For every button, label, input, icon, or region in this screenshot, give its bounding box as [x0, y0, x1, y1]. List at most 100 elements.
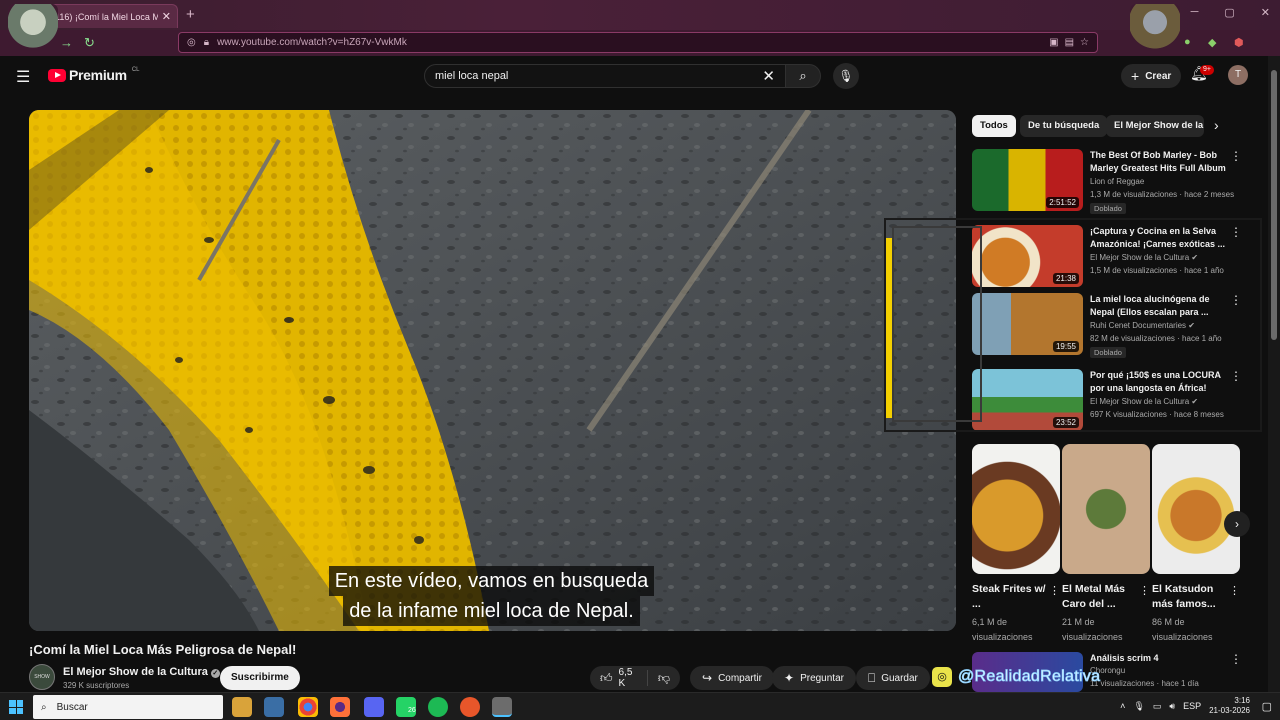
windows-start-icon[interactable] [9, 700, 23, 714]
more-options-icon[interactable]: ⋮ [1229, 584, 1240, 597]
volume-icon[interactable]: 🔊︎ [1169, 701, 1175, 712]
search-query: miel loca nepal [435, 70, 509, 82]
language-indicator[interactable]: ESP [1183, 701, 1201, 711]
screen: (116) ¡Comí la Miel Loca Más Peligrosa d… [0, 0, 1280, 720]
site-info-icon[interactable]: ◎ [187, 37, 196, 48]
short-thumbnail[interactable] [1152, 444, 1240, 574]
chevron-right-icon[interactable]: › [1214, 117, 1219, 133]
short-thumbnail[interactable] [972, 444, 1060, 574]
more-options-icon[interactable]: ⋮ [1230, 149, 1242, 163]
taskbar-search-placeholder: Buscar [56, 701, 88, 713]
video-frame-honeycomb [29, 110, 956, 631]
search-icon: ⌕ [41, 701, 47, 713]
discord-icon[interactable] [364, 697, 384, 717]
ask-button[interactable]: ✦ Preguntar [772, 666, 856, 690]
reload-icon[interactable]: ↻ [84, 35, 95, 51]
opera-gx-icon[interactable] [492, 697, 512, 717]
channel-name-wrap[interactable]: El Mejor Show de la Cultura ✓ [63, 666, 220, 678]
taskbar-search[interactable]: ⌕ Buscar [33, 695, 223, 719]
short-views: 6,1 M de visualizaciones [972, 617, 1033, 642]
create-button[interactable]: + Crear [1121, 64, 1182, 88]
short-thumbnail[interactable] [1062, 444, 1150, 574]
more-options-icon[interactable]: ⋮ [1049, 584, 1060, 597]
channel-name[interactable]: Chorongu [1090, 666, 1230, 675]
extensions-puzzle-icon[interactable]: ◆ [1208, 36, 1216, 49]
maximize-icon[interactable]: ▢ [1224, 6, 1234, 19]
browser-toolbar: → ↻ ◎ 🔒︎ www.youtube.com/watch?v=hZ67v-V… [0, 30, 1280, 56]
youtube-logo[interactable]: Premium CL [48, 67, 139, 83]
video-title: ¡Comí la Miel Loca Más Peligrosa de Nepa… [29, 642, 297, 657]
minimize-icon[interactable]: ─ [1191, 6, 1199, 19]
dislike-button[interactable]: 👎︎ [648, 671, 680, 686]
share-button[interactable]: ↪ Compartir [690, 666, 774, 690]
chip-todos[interactable]: Todos [972, 115, 1016, 137]
forward-icon[interactable]: → [60, 35, 73, 50]
video-title[interactable]: Análisis scrim 4 [1090, 652, 1228, 665]
video-player[interactable] [29, 110, 956, 631]
streamer-handle-overlay: ◎ @RealidadRelativa [932, 667, 1100, 687]
short-item[interactable]: El Metal Más Caro del ... 21 M de visual… [1062, 444, 1150, 645]
address-bar[interactable]: ◎ 🔒︎ www.youtube.com/watch?v=hZ67v-VwkMk… [178, 32, 1098, 53]
short-views: 21 M de visualizaciones [1062, 617, 1123, 642]
network-icon[interactable]: ▭ [1153, 701, 1162, 712]
clear-search-icon[interactable]: ✕ [762, 67, 775, 85]
app-orange-icon[interactable] [460, 697, 480, 717]
close-tab-icon[interactable]: ✕ [162, 10, 171, 23]
menu-icon[interactable]: ☰ [16, 67, 30, 87]
channel-name[interactable]: El Mejor Show de la Cultura [63, 666, 208, 678]
new-tab-button[interactable]: + [186, 6, 195, 23]
search-input[interactable]: miel loca nepal ✕ [424, 64, 786, 88]
more-options-icon[interactable]: ⋮ [1230, 652, 1242, 666]
search-button[interactable]: ⌕ [785, 64, 821, 88]
video-title[interactable]: The Best Of Bob Marley - Bob Marley Grea… [1090, 149, 1228, 175]
notification-center-icon[interactable]: ▢ [1262, 700, 1272, 713]
scrollbar-thumb[interactable] [1271, 70, 1277, 340]
short-item[interactable]: Steak Frites w/ ... 6,1 M de visualizaci… [972, 444, 1060, 645]
streamer-character-overlay [8, 4, 58, 56]
extension-green-icon[interactable]: ● [1184, 36, 1191, 48]
plus-icon: + [1131, 68, 1140, 84]
tray-chevron-icon[interactable]: ˄ [1120, 701, 1125, 711]
short-title[interactable]: El Metal Más Caro del ... [1062, 582, 1136, 612]
chrome-icon[interactable] [298, 697, 318, 717]
file-explorer-icon[interactable] [232, 697, 252, 717]
short-title[interactable]: El Katsudon más famos... [1152, 582, 1226, 612]
video-thumbnail[interactable]: 2:51:52 [972, 149, 1083, 211]
chip-channel[interactable]: El Mejor Show de la Cultura [1106, 115, 1204, 137]
firefox-icon[interactable] [330, 697, 350, 717]
close-window-icon[interactable]: ✕ [1261, 6, 1270, 19]
subscriber-count: 329 K suscriptores [63, 681, 130, 690]
short-title[interactable]: Steak Frites w/ ... [972, 582, 1046, 612]
channel-avatar[interactable]: SHOW [29, 664, 55, 690]
youtube-masthead: ☰ Premium CL miel loca nepal ✕ ⌕ 🎙︎ + Cr… [0, 56, 1268, 96]
voice-search-button[interactable]: 🎙︎ [833, 63, 859, 89]
shorts-next-button[interactable]: › [1224, 511, 1250, 537]
window-controls: ─ ▢ ✕ [1191, 6, 1270, 19]
create-label: Crear [1145, 70, 1172, 82]
windows-taskbar: ⌕ Buscar 26 ˄ 🎙︎ ▭ 🔊︎ ESP 3:16 21-03-202… [0, 692, 1280, 720]
screenshot-icon[interactable]: ▣ [1049, 37, 1058, 48]
subscribe-button[interactable]: Suscribirme [220, 666, 300, 690]
notifications-badge: 9+ [1200, 65, 1214, 75]
sparkle-icon: ✦ [784, 671, 795, 685]
whatsapp-badge: 26 [408, 707, 416, 714]
microphone-icon[interactable]: 🎙︎ [1133, 701, 1144, 712]
clock-time: 3:16 [1234, 696, 1250, 705]
chip-de-tu-busqueda[interactable]: De tu búsqueda [1020, 115, 1108, 137]
stream-overlay-frame [884, 218, 1262, 432]
dubbed-badge: Doblado [1090, 203, 1126, 214]
like-button[interactable]: 👍︎ 6,5 K [590, 667, 648, 689]
save-button[interactable]: ⎕ Guardar [856, 666, 930, 690]
recommendation-item[interactable]: 2:51:52 The Best Of Bob Marley - Bob Mar… [972, 149, 1252, 214]
adblock-icon[interactable]: ⬢ [1234, 36, 1244, 49]
spotify-icon[interactable] [428, 697, 448, 717]
channel-name[interactable]: Lion of Reggae [1090, 177, 1230, 186]
page-scrollbar[interactable] [1268, 56, 1280, 692]
bookmark-star-icon[interactable]: ☆ [1080, 37, 1089, 48]
more-options-icon[interactable]: ⋮ [1139, 584, 1150, 597]
short-item[interactable]: El Katsudon más famos... 86 M de visuali… [1152, 444, 1240, 645]
microsoft-store-icon[interactable] [264, 697, 284, 717]
user-avatar[interactable]: T [1228, 65, 1248, 85]
clock[interactable]: 3:16 21-03-2026 [1209, 696, 1250, 716]
reader-icon[interactable]: ▤ [1065, 37, 1074, 48]
